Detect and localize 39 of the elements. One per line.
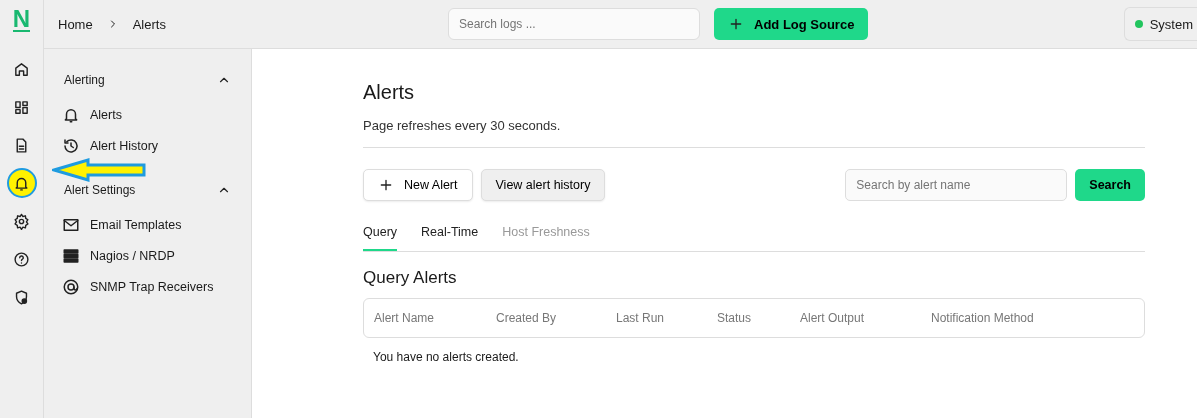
view-history-button[interactable]: View alert history	[480, 169, 606, 201]
column-header: Alert Output	[800, 311, 865, 325]
history-icon	[62, 136, 80, 155]
tab[interactable]: Real-Time	[421, 221, 479, 251]
highlighted-nav-item[interactable]	[6, 168, 37, 198]
alert-search-field[interactable]: Search by alert name	[845, 169, 1068, 201]
sidebar-item[interactable]: Alerts	[90, 107, 122, 122]
plus-icon	[378, 177, 394, 193]
section-title: Query Alerts	[363, 268, 458, 288]
sidebar-item[interactable]: Email Templates	[90, 217, 182, 232]
tab[interactable]: Query	[363, 221, 398, 251]
group-heading: Alert Settings	[64, 183, 136, 197]
dashboard-icon	[13, 98, 30, 116]
sidebar-item[interactable]: SNMP Trap Receivers	[90, 279, 214, 294]
search-button[interactable]: Search	[1075, 169, 1145, 201]
system-status[interactable]: System	[1123, 7, 1197, 41]
new-alert-button[interactable]: New Alert	[363, 169, 473, 201]
breadcrumb-link[interactable]: Alerts	[132, 16, 166, 32]
plus-icon	[728, 16, 744, 32]
column-header: Alert Name	[374, 311, 435, 325]
target-icon	[62, 277, 80, 296]
column-header: Status	[717, 311, 752, 325]
page-title: Alerts	[363, 81, 416, 104]
group-heading: Alerting	[64, 73, 105, 87]
home-icon	[13, 60, 30, 78]
add-log-source-button[interactable]: Add Log Source	[714, 8, 869, 40]
column-header: Created By	[496, 311, 557, 325]
sidebar-item[interactable]: Nagios / NRDP	[90, 248, 175, 263]
sidebar-item[interactable]: Alert History	[90, 138, 159, 153]
column-header: Notification Method	[931, 311, 1034, 325]
column-header: Last Run	[616, 311, 665, 325]
server-icon	[62, 246, 80, 265]
gear-icon	[13, 212, 30, 230]
empty-message: You have no alerts created.	[373, 350, 520, 364]
breadcrumb-link[interactable]: Home	[58, 16, 93, 32]
refresh-note: Page refreshes every 30 seconds.	[363, 118, 561, 133]
help-icon	[13, 250, 30, 268]
search-field[interactable]: Search logs ...	[448, 8, 700, 40]
shield-icon	[13, 288, 30, 306]
